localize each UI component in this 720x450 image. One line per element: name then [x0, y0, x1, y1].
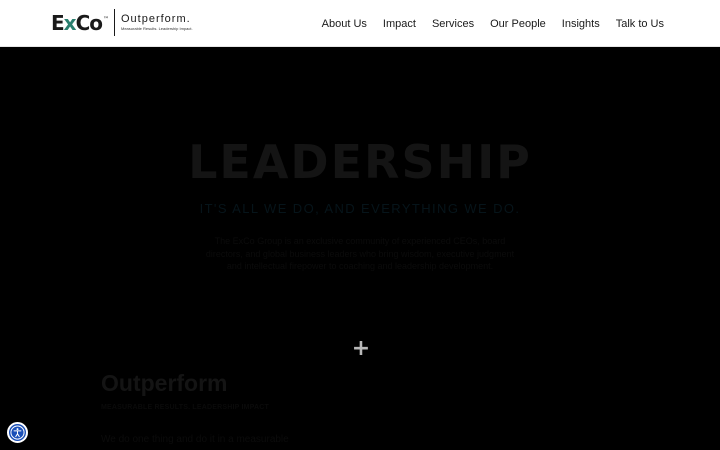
hero-body: The ExCo Group is an exclusive community… — [205, 236, 515, 271]
hero-subtitle: IT'S ALL WE DO, AND EVERYTHING WE DO. — [199, 201, 521, 216]
accessibility-button[interactable] — [7, 422, 28, 443]
nav-insights[interactable]: Insights — [562, 18, 600, 30]
logo-mark: Ex Co ™ — [51, 10, 109, 35]
logo-divider — [114, 9, 115, 36]
logo-tagline-sub: Measurable Results. Leadership Impact. — [121, 26, 193, 31]
accessibility-icon — [10, 425, 25, 440]
exco-logo[interactable]: Ex Co ™ Outperform. Measurable Results. Le… — [51, 9, 193, 36]
logo-tagline-main: Outperform. — [121, 13, 191, 25]
main-nav: About Us Impact Services Our People Insi… — [306, 0, 664, 47]
nav-our-people[interactable]: Our People — [490, 18, 546, 30]
nav-services[interactable]: Services — [432, 18, 474, 30]
logo-tagline: Outperform. Measurable Results. Leadersh… — [121, 13, 193, 32]
nav-talk-to-us[interactable]: Talk to Us — [616, 18, 664, 30]
nav-about-us[interactable]: About Us — [322, 18, 367, 30]
hero-title: LEADERSHIP — [188, 135, 532, 189]
section-subtitle: MEASURABLE RESULTS. LEADERSHIP IMPACT — [101, 404, 270, 411]
section-title: Outperform — [101, 370, 228, 396]
nav-impact[interactable]: Impact — [383, 18, 416, 30]
section-body: We do one thing and do it in a measurabl… — [101, 434, 289, 445]
site-header: Ex Co ™ Outperform. Measurable Results. Le… — [0, 0, 720, 47]
plus-icon[interactable]: + — [351, 338, 371, 360]
